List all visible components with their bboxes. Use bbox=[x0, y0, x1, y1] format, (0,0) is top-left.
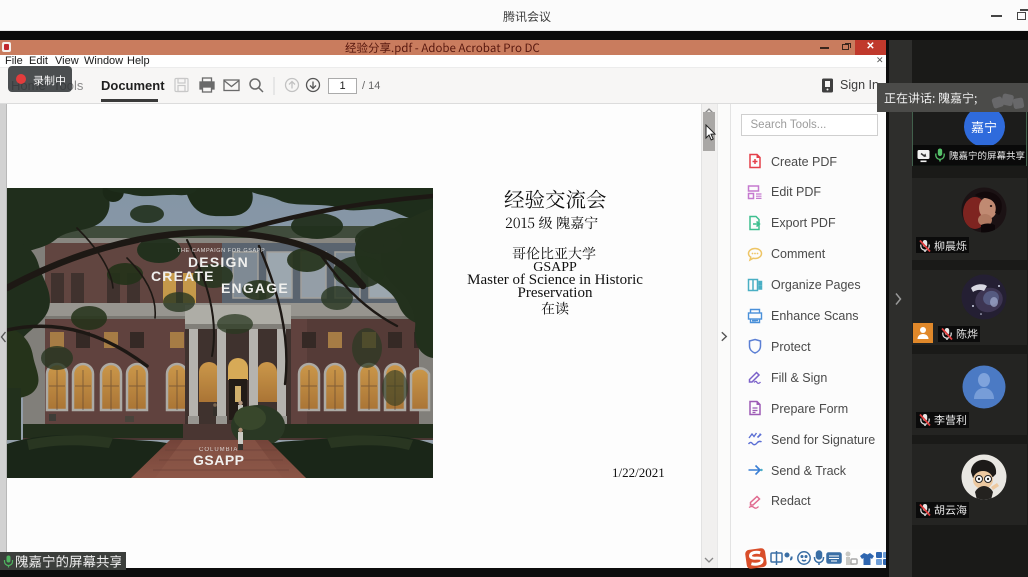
svg-text:CREATE: CREATE bbox=[151, 268, 215, 284]
svg-text:GSAPP: GSAPP bbox=[193, 452, 245, 468]
svg-text:ENGAGE: ENGAGE bbox=[221, 280, 289, 296]
